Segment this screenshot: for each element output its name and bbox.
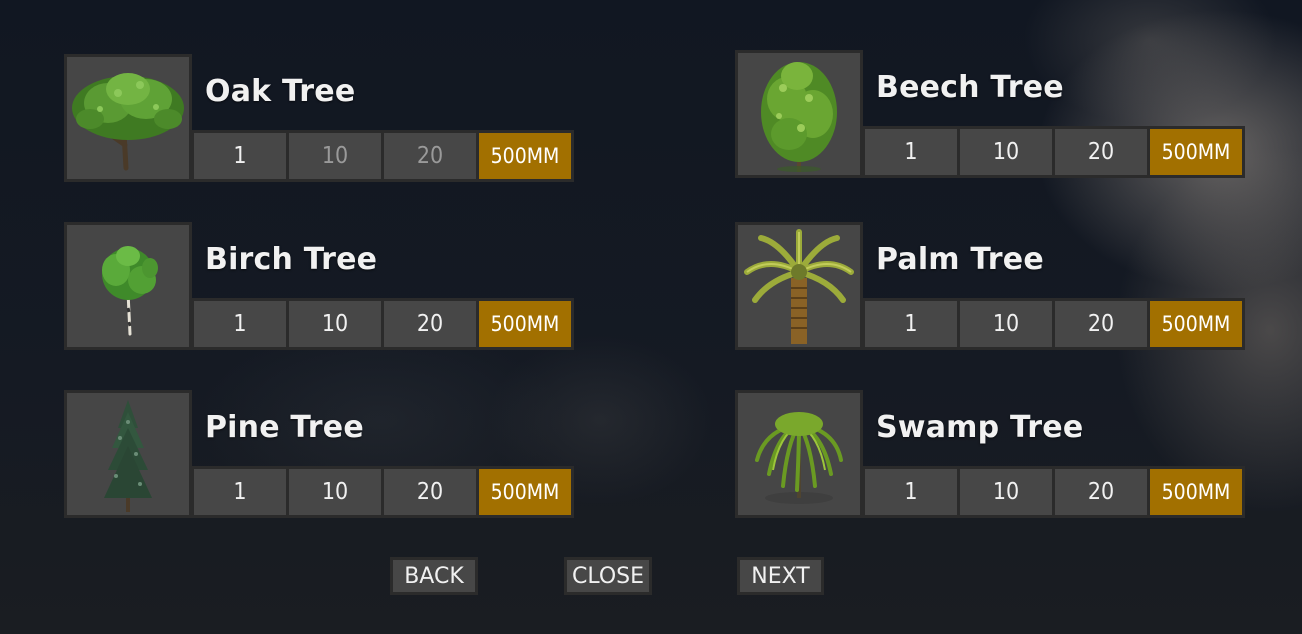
swamp-tree-icon <box>735 390 863 518</box>
buy-quantity-1-button[interactable]: 1 <box>194 301 286 347</box>
buy-quantity-10-button[interactable]: 10 <box>960 129 1052 175</box>
tree-title: Pine Tree <box>205 410 364 445</box>
tree-card-swamp: Swamp Tree 1 10 20 500MM <box>735 390 1247 520</box>
pine-tree-icon <box>64 390 192 518</box>
tree-card-birch: Birch Tree 1 10 20 500MM <box>64 222 576 352</box>
next-button[interactable]: NEXT <box>737 557 824 595</box>
price-button[interactable]: 500MM <box>1150 301 1242 347</box>
price-button[interactable]: 500MM <box>479 469 571 515</box>
birch-tree-icon <box>64 222 192 350</box>
tree-card-beech: Beech Tree 1 10 20 500MM <box>735 50 1247 180</box>
price-button[interactable]: 500MM <box>1150 129 1242 175</box>
price-button[interactable]: 500MM <box>479 301 571 347</box>
tree-card-pine: Pine Tree 1 10 20 500MM <box>64 390 576 520</box>
buy-quantity-20-button[interactable]: 20 <box>384 469 476 515</box>
tree-title: Swamp Tree <box>876 410 1084 445</box>
buy-quantity-20-button[interactable]: 20 <box>384 133 476 179</box>
buy-quantity-1-button[interactable]: 1 <box>865 301 957 347</box>
price-button[interactable]: 500MM <box>1150 469 1242 515</box>
buy-quantity-20-button[interactable]: 20 <box>1055 469 1147 515</box>
quantity-button-group: 1 10 20 500MM <box>191 298 574 350</box>
buy-quantity-10-button[interactable]: 10 <box>289 301 381 347</box>
buy-quantity-1-button[interactable]: 1 <box>194 133 286 179</box>
quantity-button-group: 1 10 20 500MM <box>862 466 1245 518</box>
close-button[interactable]: CLOSE <box>564 557 652 595</box>
buy-quantity-20-button[interactable]: 20 <box>1055 301 1147 347</box>
quantity-button-group: 1 10 20 500MM <box>862 126 1245 178</box>
tree-title: Beech Tree <box>876 70 1064 105</box>
buy-quantity-1-button[interactable]: 1 <box>865 129 957 175</box>
quantity-button-group: 1 10 20 500MM <box>862 298 1245 350</box>
tree-card-oak: Oak Tree 1 10 20 500MM <box>64 54 576 184</box>
quantity-button-group: 1 10 20 500MM <box>191 130 574 182</box>
buy-quantity-1-button[interactable]: 1 <box>194 469 286 515</box>
buy-quantity-20-button[interactable]: 20 <box>1055 129 1147 175</box>
tree-title: Oak Tree <box>205 74 356 109</box>
beech-tree-icon <box>735 50 863 178</box>
buy-quantity-10-button[interactable]: 10 <box>289 469 381 515</box>
buy-quantity-10-button[interactable]: 10 <box>960 469 1052 515</box>
buy-quantity-20-button[interactable]: 20 <box>384 301 476 347</box>
tree-card-palm: Palm Tree 1 10 20 500MM <box>735 222 1247 352</box>
buy-quantity-10-button[interactable]: 10 <box>289 133 381 179</box>
oak-tree-icon <box>64 54 192 182</box>
back-button[interactable]: BACK <box>390 557 478 595</box>
tree-title: Palm Tree <box>876 242 1044 277</box>
buy-quantity-1-button[interactable]: 1 <box>865 469 957 515</box>
tree-title: Birch Tree <box>205 242 378 277</box>
buy-quantity-10-button[interactable]: 10 <box>960 301 1052 347</box>
palm-tree-icon <box>735 222 863 350</box>
quantity-button-group: 1 10 20 500MM <box>191 466 574 518</box>
price-button[interactable]: 500MM <box>479 133 571 179</box>
